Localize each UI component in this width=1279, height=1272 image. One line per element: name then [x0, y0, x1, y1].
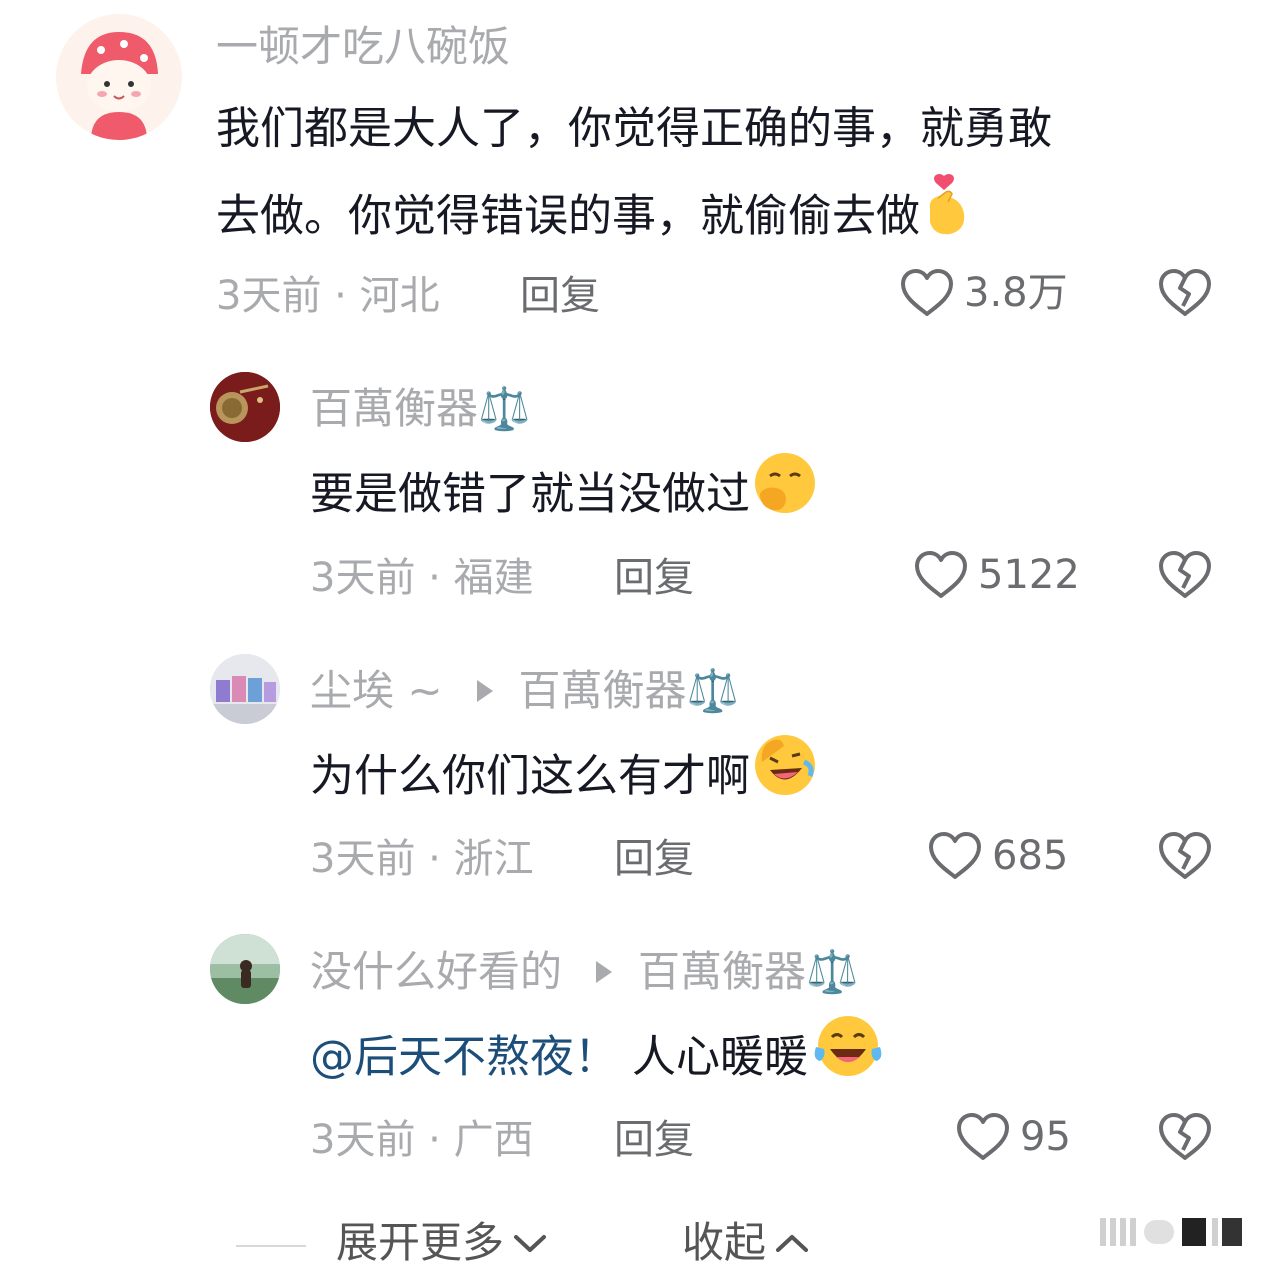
reply-button[interactable]: 回复: [614, 1120, 694, 1160]
comment-text-line: 去做。你觉得错误的事，就偷偷去做: [216, 190, 920, 242]
like-button[interactable]: 5122: [914, 550, 1080, 600]
face-with-hand-over-mouth-emoji: [752, 450, 818, 543]
broken-heart-icon: [1159, 551, 1211, 598]
expand-more-label: 展开更多: [336, 1218, 505, 1267]
heart-outline-icon: [957, 1113, 1009, 1160]
comment-username[interactable]: 没什么好看的 百萬衡器⚖️: [310, 951, 858, 993]
collapse-label: 收起: [682, 1218, 767, 1267]
platform-watermark-logo: [1098, 1212, 1248, 1256]
comment-text: @后天不熬夜！ 人心暖暖: [310, 1013, 886, 1106]
broken-heart-icon: [1159, 1113, 1211, 1160]
like-button[interactable]: 3.8万: [900, 268, 1068, 318]
tears-of-joy-emoji: [810, 1013, 886, 1106]
heart-outline-icon: [929, 832, 981, 879]
comment-text-line: 为什么你们这么有才啊: [310, 750, 750, 802]
comment-time-location: 3天前 · 浙江: [310, 836, 534, 882]
comment-username[interactable]: 一顿才吃八碗饭: [216, 26, 510, 68]
chevron-up-icon: [776, 1235, 809, 1252]
comment-time-location: 3天前 · 河北: [216, 273, 440, 319]
comment-username-text[interactable]: 没什么好看的: [310, 951, 562, 993]
comment-text: 为什么你们这么有才啊: [310, 732, 818, 825]
chevron-down-icon: [514, 1235, 547, 1252]
broken-heart-icon: [1159, 269, 1211, 316]
like-count: 95: [1020, 1114, 1071, 1160]
heart-outline-icon: [901, 269, 953, 316]
dislike-button[interactable]: [1158, 1112, 1212, 1166]
comment-text: 我们都是大人了，你觉得正确的事，就勇敢: [216, 88, 1052, 170]
broken-heart-icon: [1159, 832, 1211, 879]
comment-username-text[interactable]: 尘埃 ~: [310, 670, 443, 712]
comment-username[interactable]: 百萬衡器⚖️: [310, 388, 530, 430]
like-count: 3.8万: [964, 270, 1068, 316]
comment-text: 去做。你觉得错误的事，就偷偷去做: [216, 172, 970, 265]
comment-username[interactable]: 尘埃 ~ 百萬衡器⚖️: [310, 670, 739, 712]
comment-text-line: 要是做错了就当没做过: [310, 468, 750, 520]
reply-button[interactable]: 回复: [614, 558, 694, 598]
comment-text: 要是做错了就当没做过: [310, 450, 818, 543]
avatar[interactable]: [56, 14, 182, 140]
rolling-laughing-emoji: [752, 732, 818, 825]
collapse-button[interactable]: 收起: [682, 1222, 810, 1264]
avatar[interactable]: [210, 654, 280, 724]
reply-to-username[interactable]: 百萬衡器⚖️: [519, 670, 739, 712]
like-button[interactable]: 95: [956, 1112, 1071, 1162]
reply-button[interactable]: 回复: [520, 276, 600, 316]
finger-heart-emoji: [922, 172, 970, 265]
dislike-button[interactable]: [1158, 268, 1212, 322]
avatar[interactable]: [210, 934, 280, 1004]
dislike-button[interactable]: [1158, 831, 1212, 885]
like-count: 685: [992, 833, 1069, 879]
comment-text-line: 人心暖暖: [618, 1031, 808, 1083]
avatar[interactable]: [210, 372, 280, 442]
expand-more-button[interactable]: 展开更多: [336, 1222, 548, 1264]
dislike-button[interactable]: [1158, 550, 1212, 604]
heart-outline-icon: [915, 551, 967, 598]
reply-to-username[interactable]: 百萬衡器⚖️: [638, 951, 858, 993]
like-count: 5122: [978, 552, 1080, 598]
footer-divider: [236, 1245, 306, 1247]
reply-arrow-icon: [596, 961, 613, 983]
reply-arrow-icon: [476, 680, 493, 702]
comment-time-location: 3天前 · 福建: [310, 555, 534, 601]
mention-link[interactable]: @后天不熬夜！: [310, 1032, 618, 1083]
comment-time-location: 3天前 · 广西: [310, 1117, 534, 1163]
comment-text-line: 我们都是大人了，你觉得正确的事，就勇敢: [216, 103, 1052, 154]
like-button[interactable]: 685: [928, 831, 1068, 881]
reply-button[interactable]: 回复: [614, 839, 694, 879]
